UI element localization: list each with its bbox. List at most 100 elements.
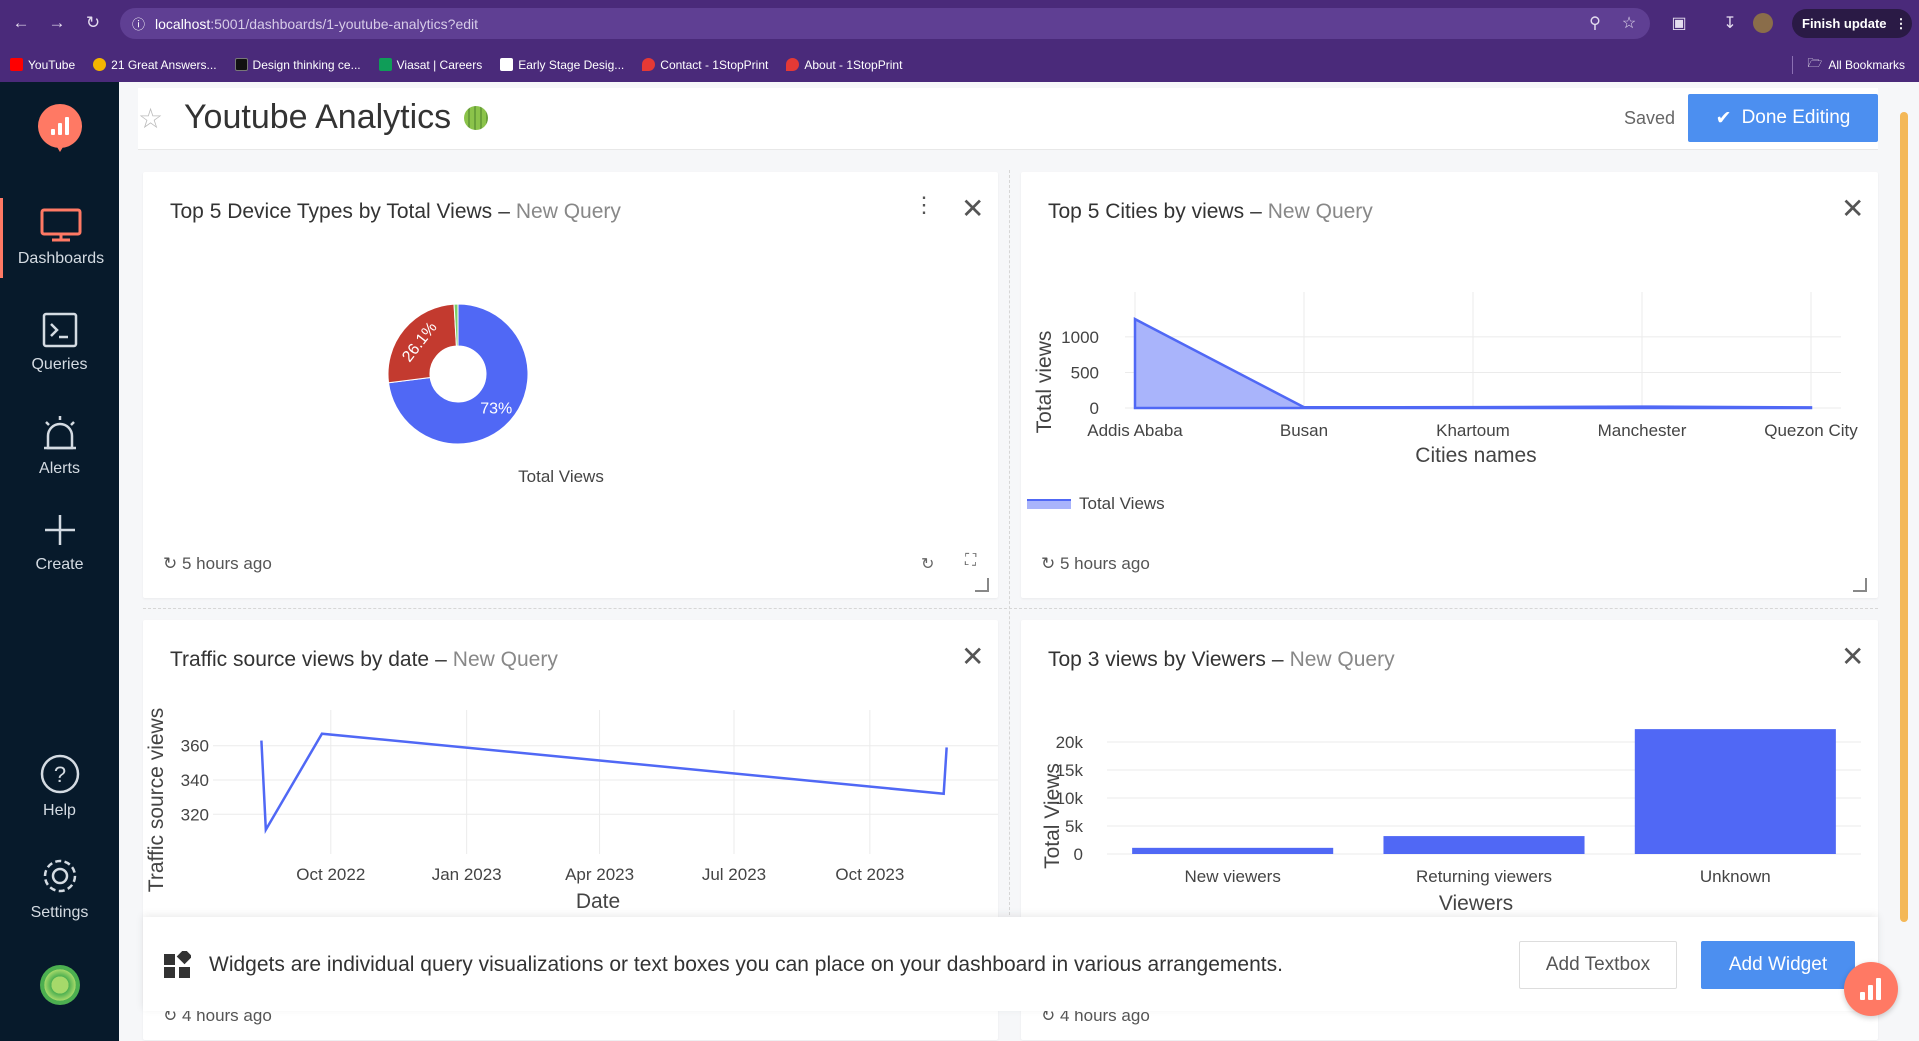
terminal-icon — [42, 312, 77, 348]
widget-top-cities[interactable]: Top 5 Cities by views – New Query ✕ 0 500 10… — [1021, 172, 1878, 598]
reload-icon[interactable]: ↻ — [80, 10, 106, 36]
bookmark-answers[interactable]: 21 Great Answers... — [93, 57, 217, 72]
bookmark-early-stage[interactable]: Early Stage Desig... — [500, 58, 624, 72]
forward-arrow-icon[interactable]: → — [44, 10, 70, 36]
x-axis-ticks: New viewers Returning viewers Unknown — [1184, 867, 1770, 886]
chart-grid — [213, 710, 998, 854]
close-icon[interactable]: ✕ — [1841, 192, 1864, 225]
url-host: localhost — [155, 15, 211, 32]
sidebar-item-alerts[interactable]: Alerts — [0, 414, 119, 478]
bar — [1634, 729, 1836, 854]
query-link[interactable]: New Query — [1290, 648, 1395, 671]
kebab-icon: ⋮ — [1894, 15, 1908, 31]
x-tick-label: Unknown — [1700, 867, 1771, 886]
add-widget-button[interactable]: Add Widget — [1701, 941, 1855, 989]
help-bubble-icon[interactable] — [1844, 962, 1898, 1016]
back-arrow-icon[interactable]: ← — [8, 10, 34, 36]
bar — [1132, 847, 1334, 854]
widget-title: Top 5 Device Types by Total Views – New Qu… — [170, 200, 621, 224]
bookmark-about[interactable]: About - 1StopPrint — [786, 58, 902, 72]
sidebar-item-create[interactable]: Create — [0, 512, 119, 574]
browser-toolbar: ← → ↻ ⓘ localhost:5001/dashboards/1-yout… — [0, 0, 1919, 47]
y-axis-ticks: 320 340 360 — [181, 737, 209, 825]
refresh-icon[interactable]: ↻ — [921, 554, 934, 574]
close-icon[interactable]: ✕ — [1841, 640, 1864, 673]
info-icon: ⓘ — [132, 17, 146, 32]
sidebar-label: Settings — [30, 904, 89, 921]
bookmark-design-thinking[interactable]: Design thinking ce... — [234, 57, 361, 72]
y-axis-label: Total Views — [1041, 763, 1064, 869]
redash-logo-icon[interactable] — [38, 104, 82, 152]
sidebar-item-queries[interactable]: Queries — [0, 312, 119, 374]
sidebar-label: Alerts — [39, 460, 80, 477]
sidebar-item-dashboards[interactable]: Dashboards — [0, 198, 119, 278]
done-editing-button[interactable]: ✔ Done Editing — [1688, 94, 1878, 142]
sidebar-item-settings[interactable]: Settings — [0, 856, 119, 922]
close-icon[interactable]: ✕ — [961, 640, 984, 673]
add-textbox-button[interactable]: Add Textbox — [1519, 941, 1677, 989]
resize-handle[interactable] — [1853, 578, 1867, 592]
bookmark-label: 21 Great Answers... — [111, 57, 217, 72]
widget-title: Top 5 Cities by views – New Query — [1048, 200, 1373, 224]
plus-icon — [44, 515, 75, 545]
widget-title: Top 3 views by Viewers – New Query — [1048, 648, 1395, 672]
avatar[interactable] — [40, 965, 80, 1005]
query-link[interactable]: New Query — [1268, 200, 1373, 223]
bookmark-label: Contact - 1StopPrint — [660, 57, 769, 72]
x-axis-label: Viewers — [1439, 892, 1513, 915]
zoom-icon[interactable]: ⚲ — [1584, 12, 1606, 34]
bookmark-contact[interactable]: Contact - 1StopPrint — [642, 58, 768, 72]
expand-icon[interactable]: ⛶ — [965, 552, 976, 570]
query-link[interactable]: New Query — [516, 200, 621, 223]
scrollbar[interactable] — [1900, 112, 1908, 922]
slice-label: 73% — [480, 401, 512, 418]
saved-status: Saved — [1624, 108, 1676, 128]
star-icon[interactable]: ☆ — [138, 102, 163, 135]
widget-title-text: Top 5 Device Types by Total Views — [170, 200, 493, 223]
y-tick-label: 500 — [1071, 363, 1099, 382]
y-tick-label: 340 — [181, 771, 209, 790]
x-tick-label: Manchester — [1598, 421, 1687, 440]
widget-device-types[interactable]: Top 5 Device Types by Total Views – New Qu… — [143, 172, 998, 598]
chart-legend: Total Views — [1027, 494, 1165, 514]
widget-hint: Widgets are individual query visualizati… — [209, 953, 1283, 976]
bars — [1132, 729, 1836, 854]
profile-avatar[interactable] — [1752, 12, 1774, 34]
gear-icon — [43, 859, 76, 893]
refresh-small-icon: ↻ — [1041, 554, 1056, 573]
alarm-icon — [43, 416, 76, 450]
line-series — [260, 732, 948, 834]
kebab-menu-icon[interactable]: ⋮ — [913, 192, 935, 218]
refresh-status: ↻ 5 hours ago — [1041, 554, 1150, 574]
bookmark-viasat[interactable]: Viasat | Careers — [378, 58, 482, 72]
download-icon[interactable]: ↧ — [1719, 12, 1741, 34]
youtube-icon — [10, 58, 23, 71]
bookmark-label: Design thinking ce... — [252, 57, 361, 72]
x-tick-label: Oct 2023 — [835, 865, 904, 884]
address-bar[interactable]: ⓘ localhost:5001/dashboards/1-youtube-an… — [120, 8, 1650, 39]
bookmark-favicon-icon — [93, 58, 107, 71]
help-circle-icon: ? — [40, 754, 79, 794]
bookmark-star-icon[interactable]: ☆ — [1618, 12, 1640, 34]
dashboard-header: ☆ Youtube Analytics Saved ✔ Done Editing — [138, 88, 1878, 150]
legend-label: Total Views — [1079, 494, 1165, 513]
y-tick-label: 320 — [181, 805, 209, 824]
resize-handle[interactable] — [975, 578, 989, 592]
all-bookmarks[interactable]: 🗁 All Bookmarks — [1792, 47, 1905, 82]
widget-title: Traffic source views by date – New Query — [170, 648, 558, 672]
title-separator: – — [498, 200, 510, 223]
page-title: Youtube Analytics — [184, 98, 452, 136]
y-tick-label: 360 — [181, 737, 209, 756]
url-path: :5001/dashboards/1-youtube-analytics?edi… — [210, 15, 479, 32]
sidebar-item-help[interactable]: ? Help — [0, 754, 119, 820]
extensions-icon[interactable]: ▣ — [1668, 12, 1690, 34]
query-link[interactable]: New Query — [453, 648, 558, 671]
finish-update-button[interactable]: Finish update ⋮ — [1792, 9, 1912, 38]
x-axis-ticks: Addis Ababa Busan Khartoum Manchester Quezon… — [1087, 421, 1858, 440]
widget-title-text: Top 3 views by Viewers — [1048, 648, 1266, 671]
close-icon[interactable]: ✕ — [961, 192, 984, 225]
bookmark-youtube[interactable]: YouTube — [10, 58, 75, 72]
legend-swatch — [1027, 499, 1071, 509]
x-tick-label: Khartoum — [1436, 421, 1510, 440]
refresh-small-icon: ↻ — [163, 554, 178, 573]
